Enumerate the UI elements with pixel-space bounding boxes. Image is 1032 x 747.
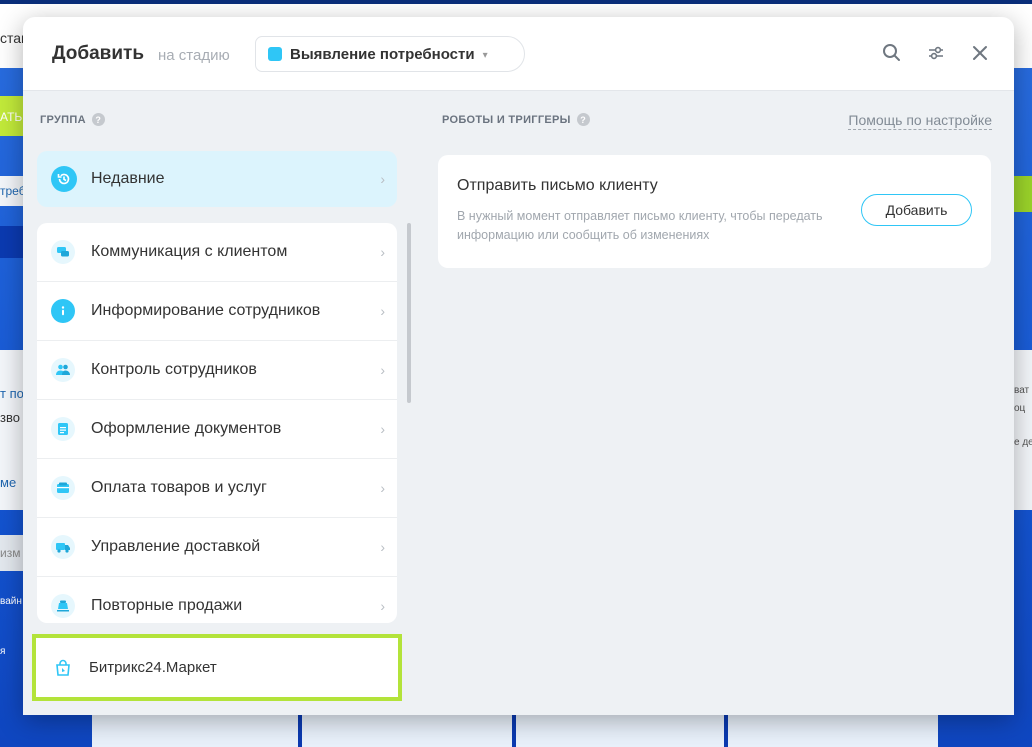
background-bar — [0, 226, 23, 258]
group-item-label: Контроль сотрудников — [91, 361, 257, 378]
group-item-label: Оформление документов — [91, 420, 282, 437]
group-item-label: Оплата товаров и услуг — [91, 479, 267, 496]
stage-label: Выявление потребности — [290, 45, 475, 63]
wallet-icon — [51, 476, 75, 500]
close-icon[interactable] — [968, 41, 992, 65]
group-item-recent[interactable]: Недавние › — [37, 151, 397, 207]
group-item-inform-staff[interactable]: Информирование сотрудников › — [37, 282, 397, 341]
group-item-label: Повторные продажи — [91, 597, 243, 614]
background-text: е де — [1014, 437, 1032, 448]
chevron-right-icon: › — [380, 480, 385, 496]
add-robot-dialog: Добавить на стадию Выявление потребности… — [23, 17, 1014, 715]
group-item-documents[interactable]: Оформление документов › — [37, 400, 397, 459]
background-text: вайн — [0, 596, 22, 607]
robot-card: Отправить письмо клиенту В нужный момент… — [438, 155, 991, 268]
group-item-label: Битрикс24.Маркет — [89, 659, 217, 676]
group-list-scrollbar[interactable] — [407, 223, 411, 403]
background-text: т по — [0, 386, 23, 401]
help-icon[interactable]: ? — [576, 113, 590, 126]
info-icon — [51, 299, 75, 323]
group-item-market[interactable]: Битрикс24.Маркет — [32, 634, 402, 701]
chat-icon — [51, 240, 75, 264]
dialog-subtitle: на стадию — [158, 47, 230, 64]
chevron-right-icon: › — [380, 303, 385, 319]
stage-selector[interactable]: Выявление потребности ▾ — [255, 36, 525, 72]
chevron-right-icon: › — [380, 171, 385, 187]
robots-section-label: РОБОТЫ И ТРИГГЕРЫ — [442, 113, 571, 126]
group-list: Коммуникация с клиентом › Информирование… — [37, 223, 397, 623]
group-item-label: Коммуникация с клиентом — [91, 243, 288, 260]
truck-icon — [51, 535, 75, 559]
group-item-label: Управление доставкой — [91, 538, 261, 555]
background-column — [302, 712, 512, 747]
group-item-staff-control[interactable]: Контроль сотрудников › — [37, 341, 397, 400]
group-section-label: ГРУППА — [40, 113, 86, 126]
robot-card-description: В нужный момент отправляет письмо клиент… — [457, 209, 823, 242]
background-column — [516, 712, 724, 747]
search-icon[interactable] — [880, 41, 904, 65]
background-text: ват — [1014, 385, 1030, 396]
stage-color-dot — [268, 47, 282, 61]
background-column — [728, 712, 938, 747]
background-text: изм — [0, 546, 21, 560]
robots-section-title: РОБОТЫ И ТРИГГЕРЫ ? — [442, 113, 590, 126]
help-icon[interactable]: ? — [91, 113, 105, 126]
users-icon — [51, 358, 75, 382]
background-text: я — [0, 646, 6, 657]
background-text: треб — [0, 184, 23, 198]
setup-help-link[interactable]: Помощь по настройке — [848, 112, 992, 130]
dialog-header: Добавить на стадию Выявление потребности… — [23, 17, 1014, 91]
document-icon — [51, 417, 75, 441]
recent-icon — [51, 166, 77, 192]
robots-column: РОБОТЫ И ТРИГГЕРЫ ? Помощь по настройке … — [421, 91, 1014, 715]
settings-sliders-icon[interactable] — [924, 41, 948, 65]
robot-card-title: Отправить письмо клиенту — [457, 177, 658, 194]
group-item-communication[interactable]: Коммуникация с клиентом › — [37, 223, 397, 282]
background-panel — [1014, 350, 1032, 510]
repeat-sales-icon — [51, 594, 75, 618]
background-column — [92, 712, 298, 747]
group-item-label: Недавние — [91, 170, 165, 187]
chevron-right-icon: › — [380, 421, 385, 437]
chevron-right-icon: › — [380, 539, 385, 555]
group-item-label: Информирование сотрудников — [91, 302, 321, 319]
background-text: АТЬ — [0, 110, 23, 124]
background-text: ме — [0, 475, 17, 490]
chevron-right-icon: › — [380, 362, 385, 378]
background-text: зво — [0, 410, 20, 425]
add-robot-button[interactable]: Добавить — [861, 194, 972, 226]
market-icon — [51, 656, 75, 680]
dialog-title: Добавить — [52, 43, 145, 64]
background-text: оц — [1014, 403, 1026, 414]
group-item-delivery[interactable]: Управление доставкой › — [37, 518, 397, 577]
chevron-down-icon: ▾ — [482, 50, 488, 61]
chevron-right-icon: › — [380, 598, 385, 614]
background-green-button — [1012, 176, 1032, 212]
group-item-repeat-sales[interactable]: Повторные продажи › — [37, 577, 397, 623]
background-text: стан — [0, 30, 23, 46]
chevron-right-icon: › — [380, 244, 385, 260]
group-section-title: ГРУППА ? — [40, 113, 105, 126]
group-item-payment[interactable]: Оплата товаров и услуг › — [37, 459, 397, 518]
